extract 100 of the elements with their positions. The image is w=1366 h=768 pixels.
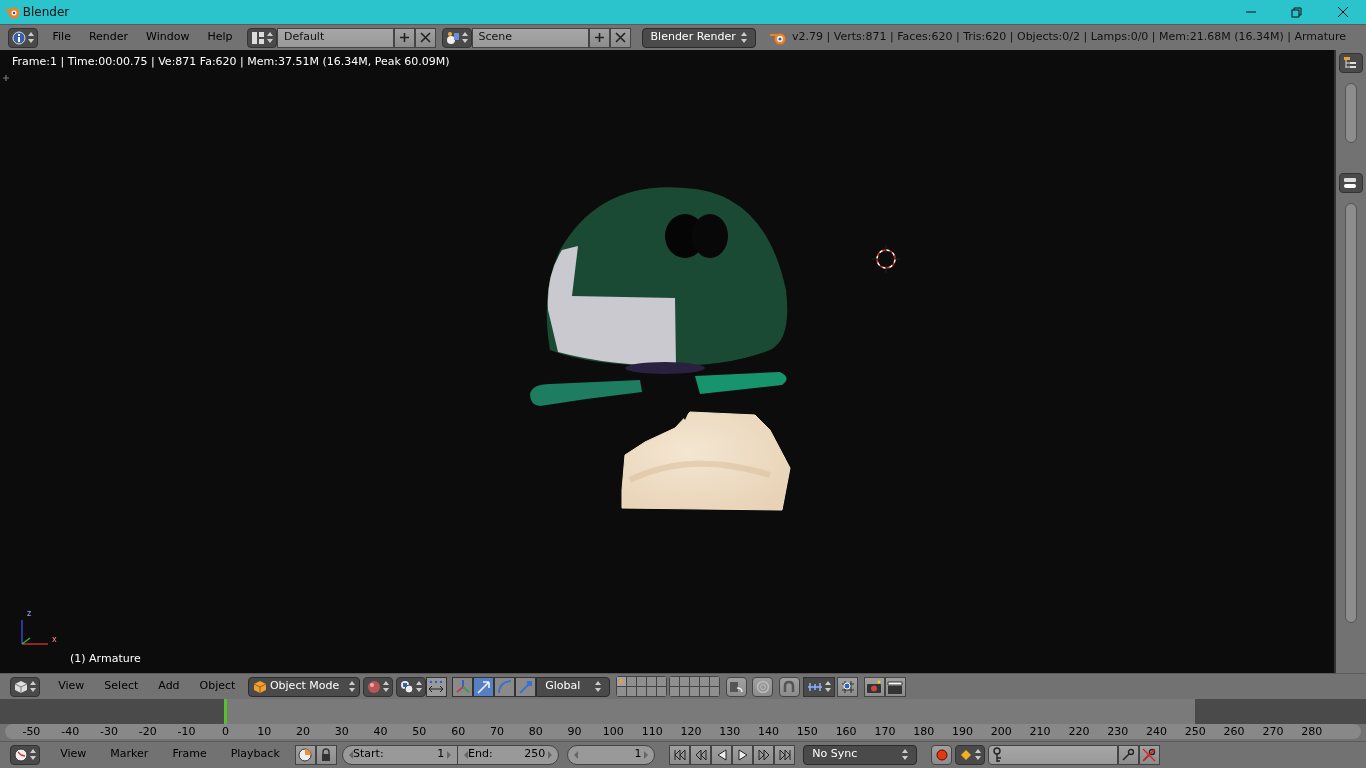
jump-to-start-button[interactable]	[669, 744, 690, 765]
layer-button[interactable]	[700, 677, 710, 686]
menu-item[interactable]: Add	[148, 678, 190, 695]
scrollbar[interactable]	[1345, 82, 1357, 143]
layer-button[interactable]	[626, 687, 636, 696]
menu-item[interactable]: Frame	[160, 746, 219, 763]
layer-button[interactable]	[616, 687, 626, 696]
layer-button[interactable]	[646, 687, 656, 696]
auto-keying-button[interactable]	[931, 744, 952, 765]
layer-button[interactable]	[670, 677, 680, 686]
3d-cursor-icon	[872, 245, 900, 273]
layer-button[interactable]	[626, 677, 636, 686]
layer-button[interactable]	[656, 687, 666, 696]
layer-button[interactable]	[710, 687, 720, 696]
up-down-arrows-icon	[28, 32, 34, 43]
menu-item[interactable]: Select	[94, 678, 149, 695]
magnet-icon	[782, 679, 797, 694]
keying-mode-dropdown[interactable]	[954, 744, 985, 765]
snap-button[interactable]	[778, 676, 800, 697]
manipulator-toggle[interactable]	[425, 676, 447, 697]
menu-item[interactable]: View	[48, 746, 99, 763]
frame-number: 200	[989, 724, 1013, 739]
render-engine-dropdown[interactable]: Blender Render	[641, 27, 756, 48]
frame-number: -40	[60, 724, 81, 739]
frame-number: 70	[488, 724, 505, 739]
close-icon	[1336, 6, 1350, 18]
insert-keyframe-button[interactable]	[1117, 744, 1139, 765]
render-image-button[interactable]	[863, 676, 885, 697]
window-title: Blender	[22, 4, 70, 21]
snap-grid-button[interactable]	[837, 676, 859, 697]
layer-button[interactable]	[636, 677, 646, 686]
axis-label: x	[52, 634, 57, 646]
frame-number: -30	[99, 724, 119, 739]
scene-field[interactable]: Scene	[471, 27, 589, 48]
orientation-dropdown[interactable]: Global	[536, 676, 611, 697]
info-editor-button[interactable]	[8, 27, 38, 48]
layer-button[interactable]	[646, 677, 656, 686]
scene-type-button[interactable]	[441, 27, 472, 48]
layer-button[interactable]	[616, 677, 626, 686]
layer-button[interactable]	[690, 687, 700, 696]
timeline-editor-button[interactable]	[10, 744, 40, 765]
properties-editor-button[interactable]	[1339, 172, 1363, 193]
3d-view-editor-button[interactable]	[10, 676, 40, 697]
shading-dropdown[interactable]	[362, 676, 393, 697]
menu-item[interactable]: Object	[189, 678, 246, 695]
menu-item[interactable]: View	[48, 678, 95, 695]
layer-button[interactable]	[700, 687, 710, 696]
frame-number: 40	[372, 724, 389, 739]
add-button[interactable]	[588, 27, 610, 48]
record-icon	[935, 748, 948, 761]
play-button[interactable]	[732, 744, 753, 765]
grid-icon	[840, 679, 855, 694]
scrollbar[interactable]	[1345, 202, 1357, 623]
layer-button[interactable]	[670, 687, 680, 696]
lock-range-button[interactable]	[315, 744, 337, 765]
lock-camera-button[interactable]	[725, 676, 747, 697]
render-animation-button[interactable]	[884, 676, 906, 697]
previous-keyframe-icon	[693, 747, 708, 762]
menu-item[interactable]: File	[43, 29, 80, 46]
up-down-arrows-icon	[974, 749, 981, 760]
layer-button[interactable]	[690, 677, 700, 686]
pivot-dropdown[interactable]	[395, 676, 426, 697]
jump-to-end-button[interactable]	[774, 744, 795, 765]
layer-button[interactable]	[680, 687, 690, 696]
menu-item[interactable]: Help	[198, 29, 242, 46]
next-keyframe-button[interactable]	[753, 744, 774, 765]
keying-set-field[interactable]	[987, 744, 1118, 765]
current-frame-field[interactable]: 1	[568, 745, 655, 764]
layer-button[interactable]	[656, 677, 666, 686]
sync-dropdown[interactable]: No Sync	[803, 744, 918, 765]
layout-field[interactable]: Default	[277, 27, 395, 48]
proportional-edit-button[interactable]	[752, 676, 774, 697]
frame-number: 50	[411, 724, 428, 739]
layout-type-icon	[251, 30, 266, 45]
frame-number: -10	[176, 724, 197, 739]
menu-item[interactable]: Window	[137, 29, 199, 46]
remove-button[interactable]	[415, 27, 437, 48]
snap-element-dropdown[interactable]	[802, 676, 835, 697]
frame-number: 270	[1261, 724, 1285, 739]
mode-dropdown[interactable]: Object Mode	[248, 676, 361, 697]
menu-item[interactable]: Playback	[218, 746, 292, 763]
up-down-arrows-icon	[824, 681, 831, 692]
menu-item[interactable]: Marker	[98, 746, 161, 763]
delete-keyframe-button[interactable]	[1138, 744, 1160, 765]
menu-item[interactable]: Render	[79, 29, 138, 46]
preview-range-button[interactable]	[294, 744, 316, 765]
outliner-editor-button[interactable]	[1339, 52, 1363, 73]
object-name-label: (1) Armature	[70, 651, 141, 667]
layer-button[interactable]	[680, 677, 690, 686]
layer-button[interactable]	[636, 687, 646, 696]
layer-button[interactable]	[710, 677, 720, 686]
previous-keyframe-button[interactable]	[690, 744, 711, 765]
play-reverse-button[interactable]	[711, 744, 732, 765]
frame-number: 30	[333, 724, 350, 739]
frame-number: -50	[21, 724, 42, 739]
add-button[interactable]	[394, 27, 416, 48]
remove-button[interactable]	[609, 27, 631, 48]
layout-type-button[interactable]	[247, 27, 278, 48]
ring-icon	[755, 679, 770, 694]
manipulator-button[interactable]	[473, 676, 495, 697]
